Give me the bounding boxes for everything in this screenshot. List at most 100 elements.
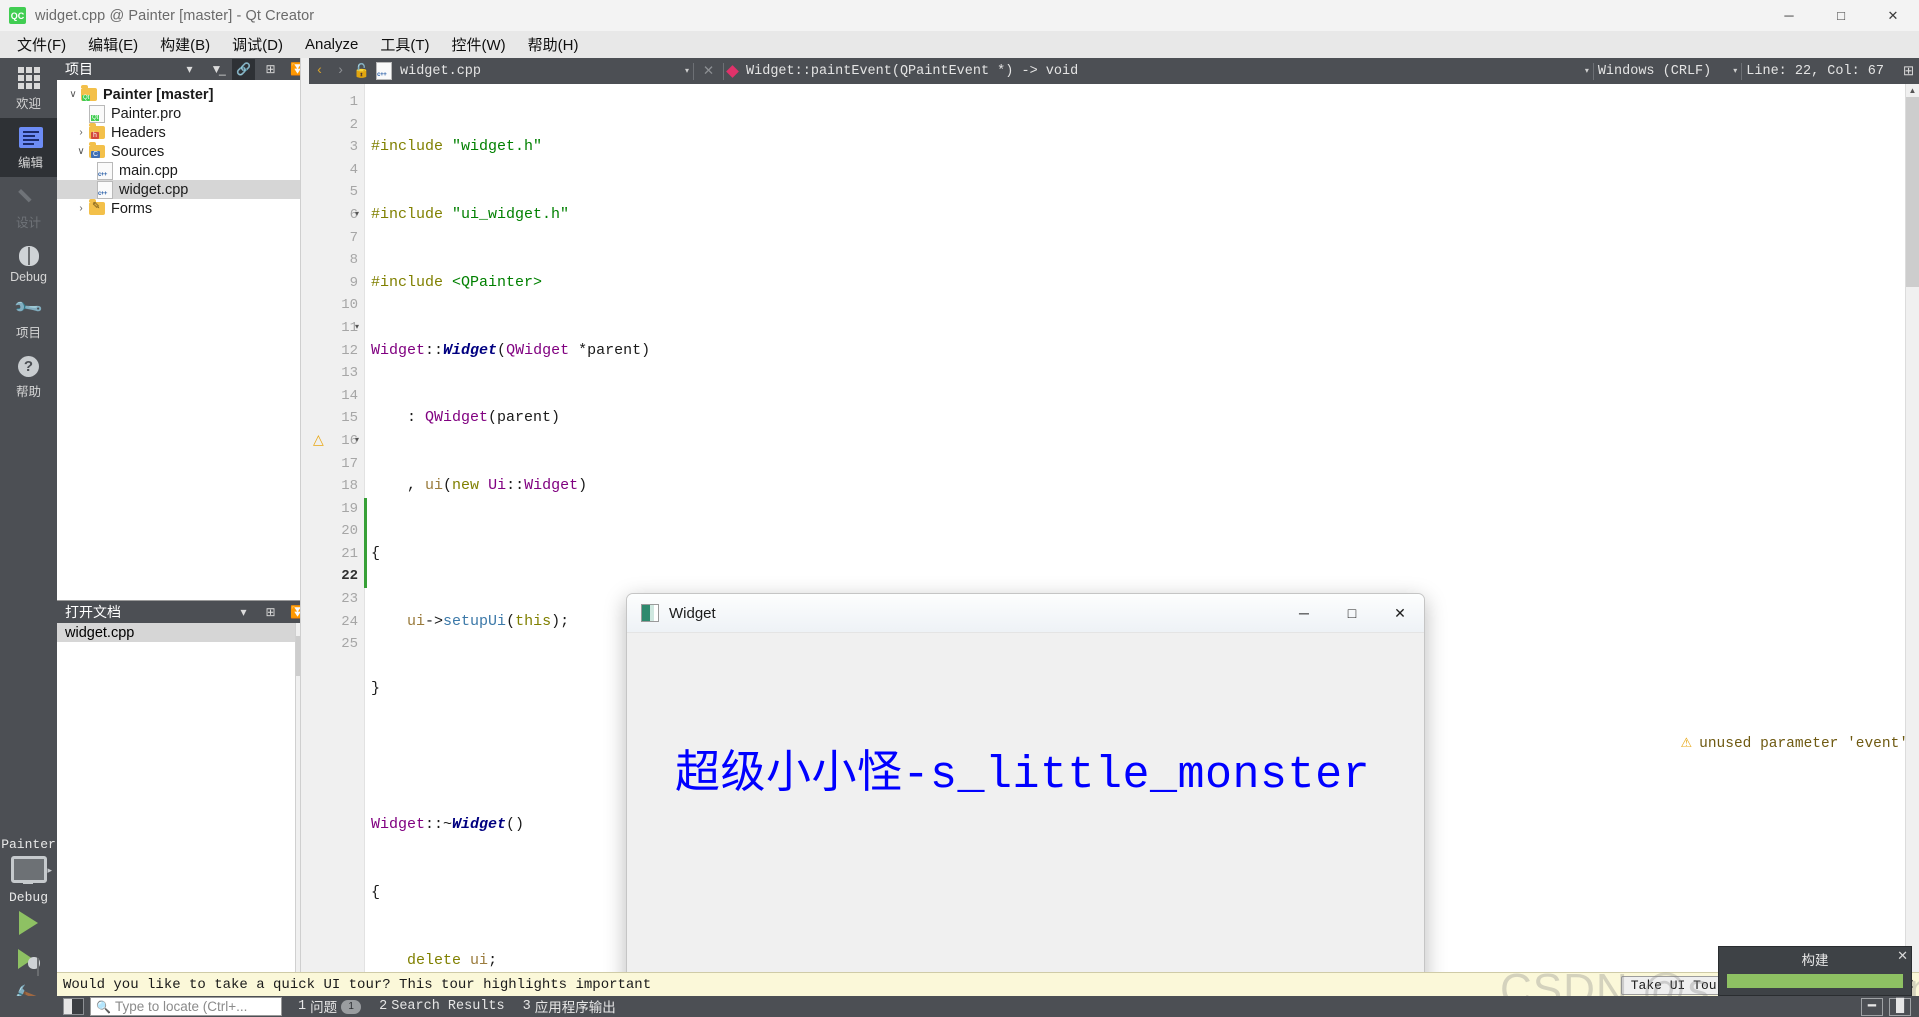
minimize-output-icon[interactable]: ━ [1861, 997, 1883, 1016]
line-ending-label[interactable]: Windows (CRLF) [1598, 64, 1711, 79]
menu-tools[interactable]: 工具(T) [369, 31, 440, 58]
run-button[interactable] [0, 905, 57, 941]
qt-creator-window: QC widget.cpp @ Painter [master] - Qt Cr… [0, 0, 1919, 1017]
open-document-widget-cpp[interactable]: widget.cpp [57, 623, 309, 642]
menu-help[interactable]: 帮助(H) [517, 31, 590, 58]
split-editor-icon[interactable]: ⊞ [1898, 58, 1919, 84]
status-bar: 🔍 Type to locate (Ctrl+... 1 问题 1 2 Sear… [0, 996, 1919, 1017]
link-icon[interactable]: 🔗 [232, 58, 255, 80]
locator-input[interactable]: 🔍 Type to locate (Ctrl+... [90, 997, 282, 1016]
issues-count-badge: 1 [341, 999, 362, 1014]
split-icon[interactable]: ⊞ [259, 602, 282, 623]
minimize-button[interactable]: ─ [1763, 0, 1815, 31]
chevron-right-icon[interactable]: › [73, 127, 89, 138]
status-bar-right: ━ █ [1861, 997, 1919, 1016]
tree-item-main-cpp[interactable]: main.cpp [57, 161, 309, 180]
editor-toolbar: ‹ › 🔓 widget.cpp ▾ ✕ Widget::paintEvent(… [309, 58, 1919, 84]
tree-item-forms[interactable]: › Forms [57, 199, 309, 218]
painted-text: 超级小小怪-s_little_monster [675, 750, 1371, 801]
widget-maximize-button[interactable]: □ [1328, 594, 1376, 632]
widget-app-window[interactable]: Widget ─ □ ✕ 超级小小怪-s_little_monster [626, 593, 1425, 998]
fold-marker-11[interactable]: ▾ [350, 317, 364, 340]
line-ending-caret-icon[interactable]: ▾ [1733, 66, 1737, 76]
folder-c-icon [89, 142, 105, 158]
output-pane-search-results[interactable]: 2 Search Results [379, 999, 505, 1014]
filter-icon[interactable]: ▼̲ [205, 59, 228, 80]
chevron-down-icon[interactable]: ∨ [73, 146, 89, 157]
tree-item-sources[interactable]: ∨ Sources [57, 142, 309, 161]
maximize-output-icon[interactable]: █ [1889, 997, 1911, 1016]
output-pane-issues[interactable]: 1 问题 1 [298, 996, 362, 1017]
output-pane-application-output[interactable]: 3 应用程序输出 [523, 996, 616, 1017]
fold-marker-16[interactable]: ▾ [350, 430, 364, 453]
build-progress-close-icon[interactable]: ✕ [1897, 948, 1908, 964]
widget-window-controls: ─ □ ✕ [1280, 594, 1424, 632]
mode-design[interactable]: 设计 [0, 177, 57, 237]
scrollbar-thumb[interactable] [1906, 97, 1919, 287]
close-button[interactable]: ✕ [1867, 0, 1919, 31]
mode-edit[interactable]: 编辑 [0, 118, 59, 177]
tree-item-widget-cpp[interactable]: widget.cpp [57, 180, 309, 199]
menu-analyze[interactable]: Analyze [294, 33, 369, 56]
project-panel-title: 项目 [65, 61, 93, 77]
symbol-marker-icon [726, 64, 739, 78]
widget-close-button[interactable]: ✕ [1376, 594, 1424, 632]
fold-marker-6[interactable]: ▾ [350, 204, 364, 227]
navigate-forward-icon[interactable]: › [330, 58, 351, 84]
menu-file[interactable]: 文件(F) [6, 31, 77, 58]
scroll-up-icon[interactable]: ▲ [1906, 84, 1919, 97]
maximize-button[interactable]: □ [1815, 0, 1867, 31]
widget-window-canvas: 超级小小怪-s_little_monster [627, 633, 1424, 997]
project-panel-caret-icon[interactable]: ▾ [178, 59, 201, 80]
lock-icon[interactable]: 🔓 [351, 58, 372, 84]
debug-run-button[interactable] [0, 941, 57, 977]
question-icon: ? [18, 356, 39, 377]
sidebar-toggle-icon[interactable] [63, 998, 84, 1015]
opendocs-caret-icon[interactable]: ▾ [232, 602, 255, 623]
close-document-icon[interactable]: ✕ [698, 58, 719, 84]
tree-item-label: Headers [111, 124, 166, 141]
widget-minimize-button[interactable]: ─ [1280, 594, 1328, 632]
build-progress-popup: 构建 ✕ [1718, 946, 1912, 996]
line-number: 20 [341, 523, 358, 540]
bug-icon [18, 246, 39, 266]
menu-edit[interactable]: 编辑(E) [77, 31, 149, 58]
menu-debug[interactable]: 调试(D) [221, 31, 294, 58]
pane-number: 3 [522, 999, 531, 1014]
tree-item-headers[interactable]: › Headers [57, 123, 309, 142]
pane-label: 应用程序输出 [534, 1002, 616, 1017]
change-indicator-bar [364, 91, 367, 589]
build-progress-fill [1727, 974, 1903, 988]
tree-item-painter-pro[interactable]: Painter.pro [57, 104, 309, 123]
mode-debug[interactable]: Debug [0, 237, 57, 290]
mode-help[interactable]: ? 帮助 [0, 347, 57, 406]
build-progress-bar [1727, 974, 1903, 988]
open-file-combo[interactable]: widget.cpp [372, 62, 485, 80]
warning-text: unused parameter 'event' [1699, 736, 1908, 752]
mode-selector-bar: 欢迎 编辑 设计 Debug 🔧 项目 ? 帮助 Painter ▸ Debug [0, 58, 59, 1017]
mode-projects[interactable]: 🔧 项目 [0, 290, 57, 347]
code-line-3: #include <QPainter> [371, 273, 543, 291]
kit-selector[interactable]: Painter ▸ Debug 🔨 [0, 837, 57, 1017]
menu-build[interactable]: 构建(B) [149, 31, 221, 58]
widget-window-title: Widget [669, 604, 716, 622]
code-line-5: : QWidget(parent) [371, 409, 561, 427]
file-combo-caret-icon[interactable]: ▾ [685, 66, 689, 76]
mode-welcome[interactable]: 欢迎 [0, 58, 57, 118]
tree-item-label: main.cpp [119, 162, 178, 179]
line-number: 18 [341, 478, 358, 495]
navigate-back-icon[interactable]: ‹ [309, 58, 330, 84]
split-icon[interactable]: ⊞ [259, 59, 282, 80]
editor-toolbar-right: ▾ Windows (CRLF) ▾ Line: 22, Col: 67 ⊞ [1585, 58, 1919, 84]
chevron-right-icon[interactable]: › [73, 203, 89, 214]
symbol-combo-caret-icon[interactable]: ▾ [1585, 66, 1589, 76]
tree-item-painter[interactable]: ∨ Painter [master] [57, 85, 309, 104]
menu-widgets[interactable]: 控件(W) [441, 31, 517, 58]
chevron-down-icon[interactable]: ∨ [65, 89, 81, 100]
open-document-label: widget.cpp [65, 624, 135, 641]
line-number: 21 [341, 545, 358, 562]
current-symbol-label[interactable]: Widget::paintEvent(QPaintEvent *) -> voi… [746, 64, 1078, 79]
mode-welcome-label: 欢迎 [15, 97, 41, 111]
warning-triangle-icon: ⚠ [1680, 736, 1693, 751]
editor-scrollbar[interactable]: ▲ [1905, 84, 1919, 979]
